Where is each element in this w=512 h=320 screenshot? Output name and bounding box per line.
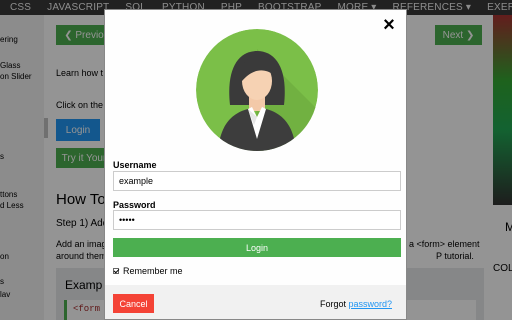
cancel-button[interactable]: Cancel — [113, 294, 154, 313]
username-input[interactable]: example — [113, 171, 401, 191]
modal-footer: Cancel Forgot password? — [105, 285, 406, 319]
forgot-password-link[interactable]: password? — [348, 299, 392, 309]
login-modal: × Username example Password ••••• Login — [104, 9, 407, 320]
password-label: Password — [113, 200, 156, 210]
remember-me-checkbox[interactable] — [113, 268, 119, 274]
forgot-prefix: Forgot — [319, 299, 349, 309]
remember-me-row: Remember me — [113, 266, 183, 276]
username-label: Username — [113, 160, 157, 170]
remember-me-label[interactable]: Remember me — [123, 266, 183, 276]
close-icon[interactable]: × — [380, 14, 398, 36]
login-button[interactable]: Login — [113, 238, 401, 257]
forgot-password-text: Forgot password? — [320, 299, 392, 309]
password-input[interactable]: ••••• — [113, 210, 401, 230]
female-avatar-icon — [196, 29, 318, 151]
